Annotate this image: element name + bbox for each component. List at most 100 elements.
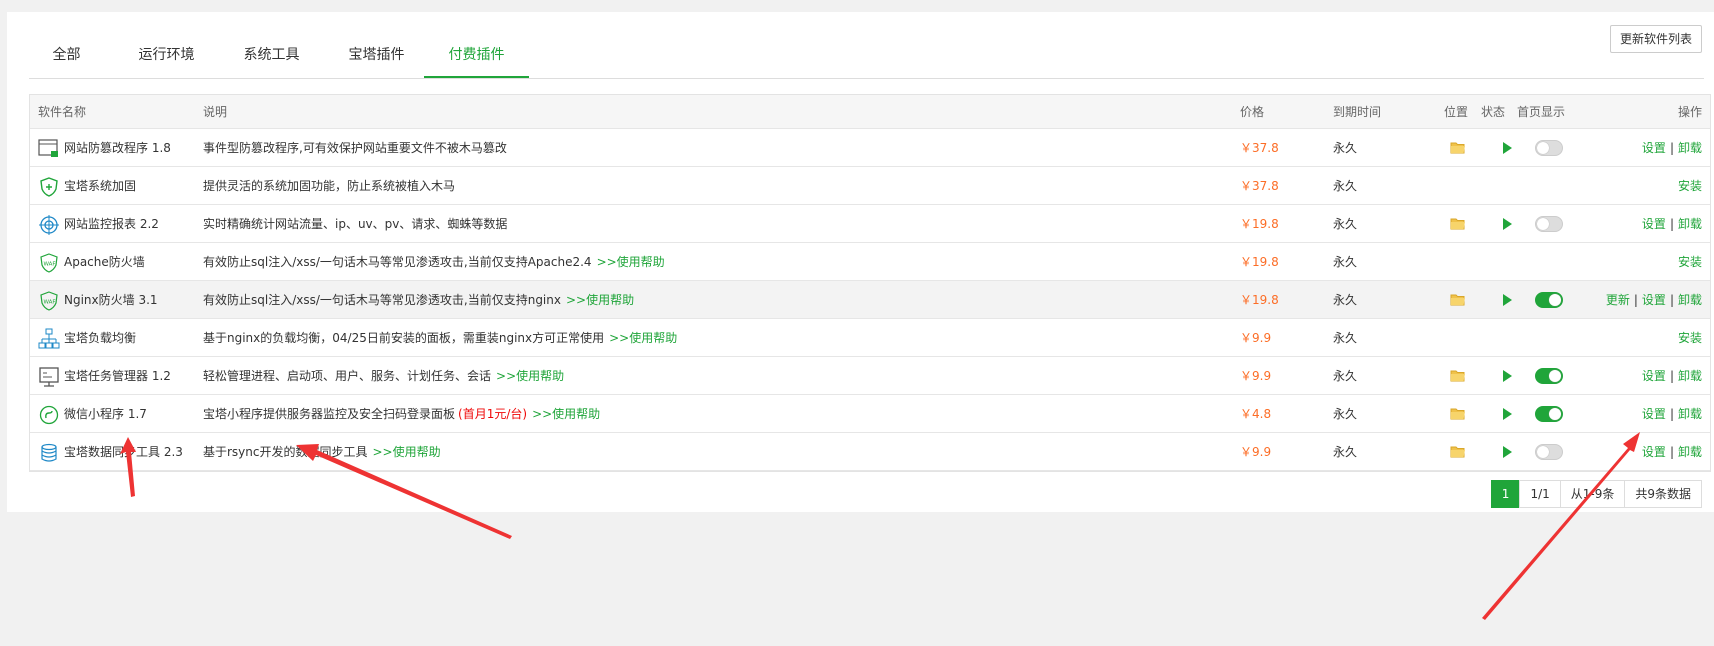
- op-link[interactable]: 安装: [1678, 177, 1702, 194]
- col-home: 首页显示: [1517, 105, 1566, 119]
- plugin-name: 网站防篡改程序 1.8: [64, 141, 171, 155]
- op-link[interactable]: 卸载: [1678, 405, 1702, 422]
- ops-cell: 更新 | 设置 | 卸载: [1606, 281, 1702, 318]
- plugin-name-cell: 宝塔数据同步工具 2.3: [38, 433, 183, 470]
- op-link[interactable]: 卸载: [1678, 367, 1702, 384]
- ops-cell: 设置 | 卸载: [1642, 357, 1702, 394]
- plugin-name-cell: 微信小程序 1.7: [38, 395, 147, 432]
- ops-separator: |: [1669, 368, 1674, 383]
- pagination: 1 1/1 从1-9条 共9条数据: [1490, 480, 1702, 508]
- plugin-desc: 宝塔小程序提供服务器监控及安全扫码登录面板: [203, 407, 456, 421]
- price: ￥9.9: [1240, 369, 1272, 383]
- promo-text: (首月1元/台): [458, 407, 528, 421]
- expire: 永久: [1333, 179, 1358, 193]
- op-link[interactable]: 设置: [1642, 291, 1666, 308]
- play-icon[interactable]: [1503, 281, 1512, 318]
- op-link[interactable]: 安装: [1678, 329, 1702, 346]
- table-row: 宝塔系统加固 提供灵活的系统加固功能，防止系统被植入木马 ￥37.8 永久 安装: [30, 167, 1710, 205]
- op-link[interactable]: 设置: [1642, 405, 1666, 422]
- plugin-desc-cell: 有效防止sql注入/xss/一句话木马等常见渗透攻击,当前仅支持Apache2.…: [203, 243, 665, 280]
- expire: 永久: [1333, 331, 1358, 345]
- ops-cell: 设置 | 卸载: [1642, 129, 1702, 166]
- op-link[interactable]: 更新: [1606, 291, 1630, 308]
- help-link[interactable]: >>使用帮助: [609, 329, 677, 346]
- home-display-toggle[interactable]: [1535, 433, 1563, 470]
- folder-icon[interactable]: [1450, 205, 1466, 242]
- price: ￥9.9: [1240, 331, 1272, 345]
- ops-cell: 设置 | 卸载: [1642, 395, 1702, 432]
- plugin-desc-cell: 宝塔小程序提供服务器监控及安全扫码登录面板 (首月1元/台) >>使用帮助: [203, 395, 600, 432]
- tab-0[interactable]: 全部: [29, 38, 104, 78]
- tamper-proof-icon: [38, 138, 58, 158]
- page-count: 1/1: [1519, 480, 1561, 508]
- plugin-desc-cell: 基于nginx的负载均衡，04/25日前安装的面板，需重装nginx方可正常使用…: [203, 319, 677, 356]
- page-total: 共9条数据: [1624, 480, 1702, 508]
- col-name: 软件名称: [38, 105, 87, 119]
- page-current[interactable]: 1: [1490, 480, 1521, 508]
- plugin-name: 宝塔系统加固: [64, 179, 137, 193]
- ops-separator: |: [1669, 444, 1674, 459]
- plugin-name: 宝塔任务管理器 1.2: [64, 369, 171, 383]
- ops-separator: |: [1669, 292, 1674, 307]
- op-link[interactable]: 设置: [1642, 443, 1666, 460]
- play-icon[interactable]: [1503, 395, 1512, 432]
- op-link[interactable]: 设置: [1642, 215, 1666, 232]
- tab-2[interactable]: 系统工具: [224, 38, 319, 78]
- home-display-toggle[interactable]: [1535, 357, 1563, 394]
- op-link[interactable]: 卸载: [1678, 291, 1702, 308]
- ops-separator: |: [1669, 140, 1674, 155]
- task-manager-icon: [38, 366, 59, 387]
- ops-separator: |: [1669, 216, 1674, 231]
- update-software-list-button[interactable]: 更新软件列表: [1610, 25, 1702, 53]
- help-link[interactable]: >>使用帮助: [373, 443, 441, 460]
- table-row: WAF Apache防火墙 有效防止sql注入/xss/一句话木马等常见渗透攻击…: [30, 243, 1710, 281]
- expire: 永久: [1333, 255, 1358, 269]
- tab-3[interactable]: 宝塔插件: [329, 38, 424, 78]
- play-icon[interactable]: [1503, 129, 1512, 166]
- folder-icon[interactable]: [1450, 433, 1466, 470]
- folder-icon[interactable]: [1450, 129, 1466, 166]
- tab-4[interactable]: 付费插件: [424, 38, 529, 78]
- expire: 永久: [1333, 369, 1358, 383]
- help-link[interactable]: >>使用帮助: [532, 405, 600, 422]
- ops-cell: 安装: [1678, 319, 1702, 356]
- help-link[interactable]: >>使用帮助: [496, 367, 564, 384]
- plugin-name-cell: WAF Apache防火墙: [38, 243, 145, 280]
- op-link[interactable]: 设置: [1642, 367, 1666, 384]
- expire: 永久: [1333, 217, 1358, 231]
- plugin-name: 宝塔数据同步工具 2.3: [64, 445, 183, 459]
- table-row: 微信小程序 1.7 宝塔小程序提供服务器监控及安全扫码登录面板 (首月1元/台) >…: [30, 395, 1710, 433]
- tab-1[interactable]: 运行环境: [119, 38, 214, 78]
- op-link[interactable]: 卸载: [1678, 139, 1702, 156]
- col-ops: 操作: [1677, 105, 1702, 119]
- table-row: 宝塔任务管理器 1.2 轻松管理进程、启动项、用户、服务、计划任务、会话 >>使用…: [30, 357, 1710, 395]
- op-link[interactable]: 卸载: [1678, 443, 1702, 460]
- help-link[interactable]: >>使用帮助: [597, 253, 665, 270]
- home-display-toggle[interactable]: [1535, 281, 1563, 318]
- play-icon[interactable]: [1503, 433, 1512, 470]
- play-icon[interactable]: [1503, 357, 1512, 394]
- folder-icon[interactable]: [1450, 395, 1466, 432]
- plugin-desc: 基于nginx的负载均衡，04/25日前安装的面板，需重装nginx方可正常使用: [203, 331, 605, 345]
- plugin-desc: 有效防止sql注入/xss/一句话木马等常见渗透攻击,当前仅支持Apache2.…: [203, 255, 592, 269]
- ops-separator: |: [1633, 292, 1638, 307]
- op-link[interactable]: 设置: [1642, 139, 1666, 156]
- plugin-desc: 提供灵活的系统加固功能，防止系统被植入木马: [203, 179, 456, 193]
- play-icon[interactable]: [1503, 205, 1512, 242]
- ops-cell: 安装: [1678, 167, 1702, 204]
- home-display-toggle[interactable]: [1535, 129, 1563, 166]
- price: ￥19.8: [1240, 217, 1279, 231]
- plugin-name: 网站监控报表 2.2: [64, 217, 159, 231]
- op-link[interactable]: 卸载: [1678, 215, 1702, 232]
- home-display-toggle[interactable]: [1535, 395, 1563, 432]
- shield-icon: [38, 176, 58, 197]
- op-link[interactable]: 安装: [1678, 253, 1702, 270]
- help-link[interactable]: >>使用帮助: [566, 291, 634, 308]
- plugin-name: Nginx防火墙 3.1: [64, 293, 158, 307]
- folder-icon[interactable]: [1450, 357, 1466, 394]
- plugin-desc: 实时精确统计网站流量、ip、uv、pv、请求、蜘蛛等数据: [203, 217, 508, 231]
- table-row: 宝塔数据同步工具 2.3 基于rsync开发的数据同步工具 >>使用帮助 ￥9.9 永…: [30, 433, 1710, 471]
- folder-icon[interactable]: [1450, 281, 1466, 318]
- plugin-desc-cell: 有效防止sql注入/xss/一句话木马等常见渗透攻击,当前仅支持nginx >>使…: [203, 281, 634, 318]
- home-display-toggle[interactable]: [1535, 205, 1563, 242]
